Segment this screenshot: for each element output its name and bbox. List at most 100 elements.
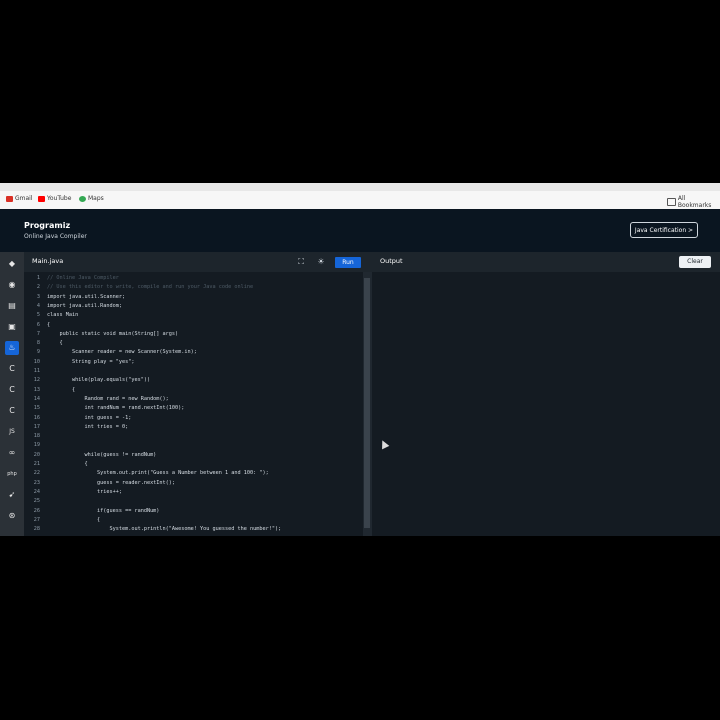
html-icon[interactable]: ▣ xyxy=(5,320,19,334)
line-code[interactable]: System.out.print("Guess a Number between… xyxy=(47,469,269,478)
line-code[interactable]: public static void main(String[] args) xyxy=(47,330,178,339)
code-line[interactable]: 24 tries++; xyxy=(24,488,363,497)
code-line[interactable]: 20 while(guess != randNum) xyxy=(24,451,363,460)
code-line[interactable]: 14 Random rand = new Random(); xyxy=(24,395,363,404)
line-code[interactable]: while(play.equals("yes")) xyxy=(47,376,150,385)
r-icon[interactable]: ◉ xyxy=(5,278,19,292)
line-number: 25 xyxy=(33,498,40,505)
line-code[interactable]: { xyxy=(47,321,50,330)
php-icon[interactable]: php xyxy=(5,467,19,481)
site-logo[interactable]: Programiz xyxy=(24,221,70,230)
swift-icon[interactable]: ➹ xyxy=(5,488,19,502)
all-bookmarks[interactable]: All Bookmarks xyxy=(667,195,720,209)
line-number: 19 xyxy=(33,442,40,449)
code-line[interactable]: 27 { xyxy=(24,516,363,525)
line-number: 2 xyxy=(36,284,40,291)
tab-strip xyxy=(0,183,720,191)
code-line[interactable]: 19 xyxy=(24,441,363,450)
code-line[interactable]: 28 System.out.println("Awesome! You gues… xyxy=(24,525,363,534)
js-icon[interactable]: JS xyxy=(5,425,19,439)
java-icon[interactable]: ♨ xyxy=(5,341,19,355)
line-code[interactable]: int tries = 0; xyxy=(47,423,128,432)
line-code[interactable]: int randNum = rand.nextInt(100); xyxy=(47,404,184,413)
code-line[interactable]: 1 // Online Java Compiler xyxy=(24,274,363,283)
code-line[interactable]: 23 guess = reader.nextInt(); xyxy=(24,479,363,488)
line-code[interactable]: { xyxy=(47,386,75,395)
code-line[interactable]: 2 // Use this editor to write, compile an… xyxy=(24,283,363,292)
theme-toggle-icon[interactable]: ☀ xyxy=(316,257,326,266)
scroll-thumb[interactable] xyxy=(364,278,370,528)
run-button[interactable]: Run xyxy=(335,257,361,268)
code-line[interactable]: 13 { xyxy=(24,386,363,395)
cpp-icon[interactable]: C xyxy=(5,383,19,397)
code-line[interactable]: 22 System.out.print("Guess a Number betw… xyxy=(24,469,363,478)
bookmark-label: Gmail xyxy=(15,195,33,202)
line-code[interactable]: while(guess != randNum) xyxy=(47,451,156,460)
language-sidebar: ◆ ◉ ▤ ▣ ♨ C C C JS ∞ php ➹ ⊛ xyxy=(0,252,24,536)
line-code[interactable]: { xyxy=(47,516,100,525)
line-number: 12 xyxy=(33,377,40,384)
maps-icon xyxy=(79,195,86,202)
code-line[interactable]: 3 import java.util.Scanner; xyxy=(24,293,363,302)
line-number: 5 xyxy=(36,312,40,319)
output-panel[interactable] xyxy=(372,272,720,536)
line-code[interactable]: System.out.println("Awesome! You guessed… xyxy=(47,525,281,534)
code-line[interactable]: 15 int randNum = rand.nextInt(100); xyxy=(24,404,363,413)
line-code[interactable]: import java.util.Random; xyxy=(47,302,122,311)
code-line[interactable]: 8 { xyxy=(24,339,363,348)
editor-scrollbar[interactable] xyxy=(363,272,372,536)
code-line[interactable]: 6{ xyxy=(24,321,363,330)
line-code[interactable]: String play = "yes"; xyxy=(47,358,134,367)
code-line[interactable]: 26 if(guess == randNum) xyxy=(24,507,363,516)
go-icon[interactable]: ∞ xyxy=(5,446,19,460)
code-line[interactable]: 21 { xyxy=(24,460,363,469)
line-code[interactable]: import java.util.Scanner; xyxy=(47,293,125,302)
line-code[interactable]: Random rand = new Random(); xyxy=(47,395,168,404)
line-code[interactable]: guess = reader.nextInt(); xyxy=(47,479,175,488)
code-line[interactable]: 17 int tries = 0; xyxy=(24,423,363,432)
c-icon[interactable]: C xyxy=(5,362,19,376)
line-number: 13 xyxy=(33,386,40,393)
code-line[interactable]: 25 xyxy=(24,497,363,506)
certification-button[interactable]: Java Certification > xyxy=(630,222,698,238)
line-number: 10 xyxy=(33,358,40,365)
app-header: Programiz Online Java Compiler Java Cert… xyxy=(0,209,720,252)
sql-icon[interactable]: ▤ xyxy=(5,299,19,313)
code-line[interactable]: 4 import java.util.Random; xyxy=(24,302,363,311)
bookmark-youtube[interactable]: YouTube xyxy=(38,195,71,202)
line-code[interactable]: if(guess == randNum) xyxy=(47,507,159,516)
line-number: 8 xyxy=(36,340,40,347)
code-line[interactable]: 9 Scanner reader = new Scanner(System.in… xyxy=(24,348,363,357)
bookmark-gmail[interactable]: Gmail xyxy=(6,195,33,202)
bookmark-maps[interactable]: Maps xyxy=(79,195,104,202)
line-number: 21 xyxy=(33,461,40,467)
line-number: 4 xyxy=(36,302,40,309)
python-icon[interactable]: ◆ xyxy=(5,257,19,271)
line-code[interactable]: { xyxy=(47,460,87,469)
code-line[interactable]: 18 xyxy=(24,432,363,441)
line-code[interactable]: int guess = -1; xyxy=(47,414,131,423)
line-code[interactable]: tries++; xyxy=(47,488,122,497)
code-line[interactable]: 12 while(play.equals("yes")) xyxy=(24,376,363,385)
line-number: 14 xyxy=(33,395,40,402)
bookmark-label: YouTube xyxy=(47,195,72,202)
clear-button[interactable]: Clear xyxy=(679,256,711,268)
code-editor[interactable]: 1 // Online Java Compiler 2 // Use this edi… xyxy=(24,272,363,536)
line-code[interactable]: // Online Java Compiler xyxy=(47,274,119,283)
code-line[interactable]: 5 class Main xyxy=(24,311,363,320)
line-number: 6 xyxy=(36,321,40,328)
code-line[interactable]: 10 String play = "yes"; xyxy=(24,358,363,367)
line-code[interactable]: Scanner reader = new Scanner(System.in); xyxy=(47,348,197,357)
rust-icon[interactable]: ⊛ xyxy=(5,509,19,523)
code-line[interactable]: 11 xyxy=(24,367,363,376)
csharp-icon[interactable]: C xyxy=(5,404,19,418)
file-tab-main[interactable]: Main.java xyxy=(32,257,63,265)
line-code[interactable]: // Use this editor to write, compile and… xyxy=(47,283,253,292)
fullscreen-icon[interactable]: ⛶ xyxy=(296,257,306,267)
code-line[interactable]: 16 int guess = -1; xyxy=(24,414,363,423)
code-line[interactable]: 7 public static void main(String[] args) xyxy=(24,330,363,339)
line-code[interactable]: { xyxy=(47,339,62,348)
bookmarks-bar: Gmail YouTube Maps All Bookmarks xyxy=(0,183,720,210)
line-code[interactable]: class Main xyxy=(47,311,78,320)
line-number: 3 xyxy=(36,293,40,300)
